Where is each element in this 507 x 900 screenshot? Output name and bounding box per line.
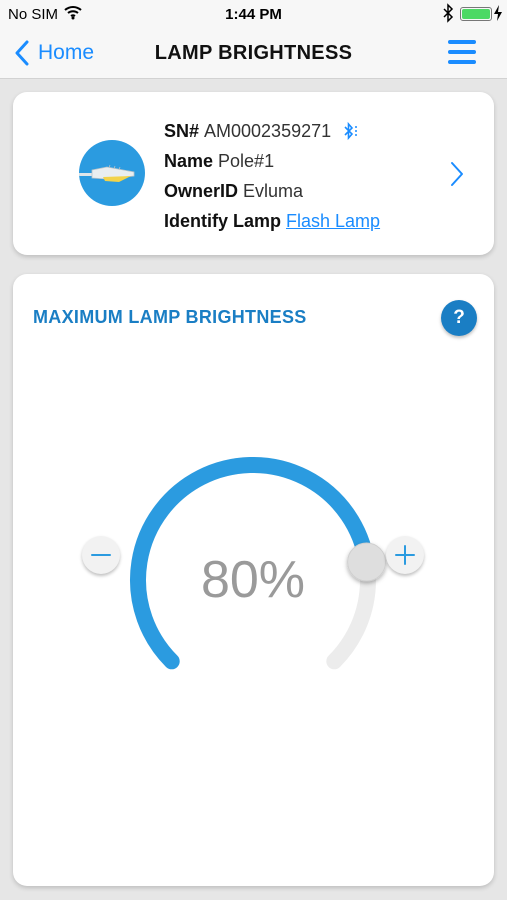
status-bar: No SIM 1:44 PM bbox=[0, 0, 507, 30]
identify-row: Identify Lamp Flash Lamp bbox=[164, 206, 380, 236]
lamp-info-card[interactable]: SN# AM0002359271 Name Pole#1 OwnerID Evl… bbox=[13, 92, 494, 255]
minus-icon bbox=[91, 554, 111, 556]
bluetooth-icon bbox=[443, 3, 454, 23]
sn-value: AM0002359271 bbox=[204, 121, 332, 141]
lamp-icon bbox=[79, 140, 145, 206]
brightness-value: 80% bbox=[200, 551, 306, 609]
battery-icon bbox=[460, 7, 492, 21]
name-value: Pole#1 bbox=[218, 151, 275, 171]
owner-label: OwnerID bbox=[164, 181, 239, 201]
serial-number-row: SN# AM0002359271 bbox=[164, 116, 380, 146]
sn-label: SN# bbox=[164, 121, 200, 141]
menu-icon-bar bbox=[448, 60, 476, 64]
navigation-bar: Home LAMP BRIGHTNESS bbox=[0, 30, 507, 79]
bluetooth-icon bbox=[344, 121, 358, 141]
page-title: LAMP BRIGHTNESS bbox=[154, 42, 353, 64]
clock: 1:44 PM bbox=[225, 6, 282, 23]
plus-icon bbox=[395, 545, 415, 565]
owner-row: OwnerID Evluma bbox=[164, 176, 380, 206]
name-row: Name Pole#1 bbox=[164, 146, 380, 176]
increase-button[interactable] bbox=[386, 536, 424, 574]
charging-bolt-icon bbox=[494, 5, 502, 21]
menu-button[interactable] bbox=[446, 36, 478, 68]
owner-value: Evluma bbox=[243, 181, 304, 201]
name-label: Name bbox=[164, 151, 214, 171]
brightness-card: MAXIMUM LAMP BRIGHTNESS ? 80% bbox=[13, 274, 494, 886]
decrease-button[interactable] bbox=[82, 536, 120, 574]
flash-lamp-link[interactable]: Flash Lamp bbox=[286, 206, 380, 236]
menu-icon-bar bbox=[448, 50, 476, 54]
menu-icon bbox=[448, 40, 476, 44]
dial-knob[interactable] bbox=[347, 542, 387, 582]
chevron-right-icon[interactable] bbox=[449, 160, 465, 188]
identify-label: Identify Lamp bbox=[164, 211, 282, 231]
